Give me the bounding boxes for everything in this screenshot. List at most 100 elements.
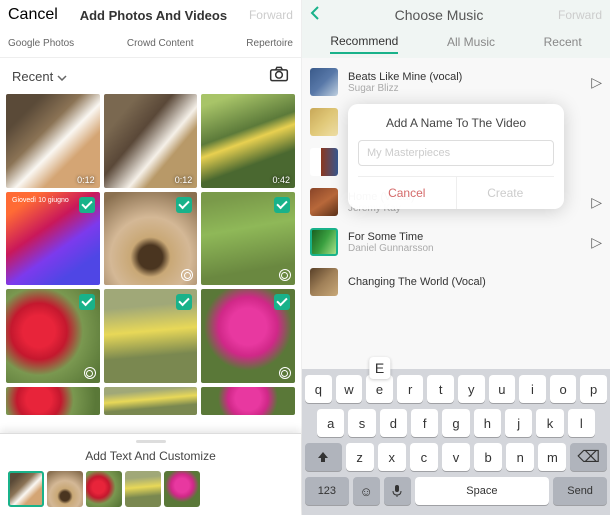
music-panel: Choose Music Forward Recommend All Music… <box>302 0 610 515</box>
name-video-dialog: Add A Name To The Video Cancel Create <box>348 104 564 209</box>
track-info: Beats Like Mine (vocal) Sugar Blizz <box>348 71 581 94</box>
key-p[interactable]: p <box>580 375 607 403</box>
thumbnail[interactable] <box>164 471 200 507</box>
dialog-create-button[interactable]: Create <box>457 177 555 209</box>
video-name-input[interactable] <box>358 140 554 166</box>
backspace-key[interactable]: ⌫ <box>570 443 607 471</box>
thumbnail[interactable] <box>86 471 122 507</box>
space-key[interactable]: Space <box>415 477 550 505</box>
shift-key[interactable] <box>305 443 342 471</box>
track-title: For Some Time <box>348 231 581 243</box>
tab-all-music[interactable]: All Music <box>447 35 495 53</box>
camera-icon[interactable] <box>269 65 289 88</box>
key-j[interactable]: j <box>505 409 532 437</box>
selected-thumbnails <box>8 471 293 507</box>
thumbnail[interactable] <box>47 471 83 507</box>
key-b[interactable]: b <box>474 443 502 471</box>
thumbnail[interactable] <box>8 471 44 507</box>
check-icon <box>274 197 290 213</box>
sheet-title: Add Text And Customize <box>8 449 293 463</box>
key-h[interactable]: h <box>474 409 501 437</box>
key-g[interactable]: g <box>442 409 469 437</box>
key-z[interactable]: z <box>346 443 374 471</box>
key-o[interactable]: o <box>550 375 577 403</box>
dialog-cancel-button[interactable]: Cancel <box>358 177 457 209</box>
play-icon[interactable]: ▷ <box>591 234 602 251</box>
album-cover <box>310 108 338 136</box>
grid-item[interactable]: 0:12 <box>104 94 198 188</box>
video-duration: 0:12 <box>77 175 95 185</box>
check-icon <box>79 294 95 310</box>
thumbnail[interactable] <box>125 471 161 507</box>
right-header: Choose Music Forward <box>302 0 610 30</box>
key-y[interactable]: y <box>458 375 485 403</box>
emoji-key[interactable]: ☺ <box>353 477 380 505</box>
drag-handle[interactable] <box>136 440 166 443</box>
live-photo-icon <box>181 269 193 281</box>
live-photo-icon <box>279 367 291 379</box>
key-l[interactable]: l <box>568 409 595 437</box>
key-k[interactable]: k <box>536 409 563 437</box>
send-key[interactable]: Send <box>553 477 607 505</box>
bottom-sheet[interactable]: Add Text And Customize <box>0 433 301 515</box>
grid-item[interactable] <box>104 192 198 286</box>
key-r[interactable]: r <box>397 375 424 403</box>
key-s[interactable]: s <box>348 409 375 437</box>
back-icon[interactable] <box>310 5 320 26</box>
tab-google-photos[interactable]: Google Photos <box>8 38 74 49</box>
key-i[interactable]: i <box>519 375 546 403</box>
grid-item[interactable] <box>201 387 295 415</box>
mic-key[interactable] <box>384 477 411 505</box>
tab-crowd-content[interactable]: Crowd Content <box>127 38 194 49</box>
track-row[interactable]: For Some Time Daniel Gunnarsson ▷ <box>310 222 602 262</box>
key-e[interactable]: e <box>366 375 393 403</box>
media-grid: 0:12 0:12 0:42 Giovedì 10 giugno <box>0 94 301 415</box>
music-tabs: Recommend All Music Recent <box>302 30 610 58</box>
tab-recommend[interactable]: Recommend <box>330 34 398 54</box>
key-f[interactable]: f <box>411 409 438 437</box>
numbers-key[interactable]: 123 <box>305 477 349 505</box>
key-n[interactable]: n <box>506 443 534 471</box>
album-cover <box>310 148 338 176</box>
screen-title: Choose Music <box>395 7 484 23</box>
key-w[interactable]: w <box>336 375 363 403</box>
track-row[interactable]: Beats Like Mine (vocal) Sugar Blizz ▷ <box>310 62 602 102</box>
check-icon <box>79 197 95 213</box>
live-photo-icon <box>84 367 96 379</box>
grid-item[interactable]: 0:42 <box>201 94 295 188</box>
key-t[interactable]: t <box>427 375 454 403</box>
key-v[interactable]: v <box>442 443 470 471</box>
forward-button[interactable]: Forward <box>558 8 602 22</box>
key-u[interactable]: u <box>489 375 516 403</box>
track-artist: Daniel Gunnarsson <box>348 243 581 254</box>
grid-item[interactable] <box>104 289 198 383</box>
key-x[interactable]: x <box>378 443 406 471</box>
tab-repertoire[interactable]: Repertoire <box>246 38 293 49</box>
track-row[interactable]: Changing The World (Vocal) <box>310 262 602 302</box>
track-title: Changing The World (Vocal) <box>348 276 602 288</box>
grid-item[interactable] <box>201 192 295 286</box>
album-cover <box>310 228 338 256</box>
photos-panel: Cancel Add Photos And Videos Forward Goo… <box>0 0 302 515</box>
album-cover <box>310 188 338 216</box>
grid-item[interactable]: Giovedì 10 giugno <box>6 192 100 286</box>
date-label: Giovedì 10 giugno <box>12 197 69 204</box>
key-d[interactable]: d <box>380 409 407 437</box>
grid-item[interactable] <box>6 289 100 383</box>
play-icon[interactable]: ▷ <box>591 194 602 211</box>
album-dropdown[interactable]: Recent <box>12 69 67 84</box>
key-m[interactable]: m <box>538 443 566 471</box>
check-icon <box>176 294 192 310</box>
dialog-title: Add A Name To The Video <box>358 116 554 130</box>
play-icon[interactable]: ▷ <box>591 74 602 91</box>
grid-item[interactable]: 0:12 <box>6 94 100 188</box>
grid-item[interactable] <box>104 387 198 415</box>
key-c[interactable]: c <box>410 443 438 471</box>
forward-button[interactable]: Forward <box>249 8 293 22</box>
grid-item[interactable] <box>6 387 100 415</box>
key-q[interactable]: q <box>305 375 332 403</box>
cancel-button[interactable]: Cancel <box>8 6 58 24</box>
grid-item[interactable] <box>201 289 295 383</box>
tab-recent[interactable]: Recent <box>544 35 582 53</box>
key-a[interactable]: a <box>317 409 344 437</box>
